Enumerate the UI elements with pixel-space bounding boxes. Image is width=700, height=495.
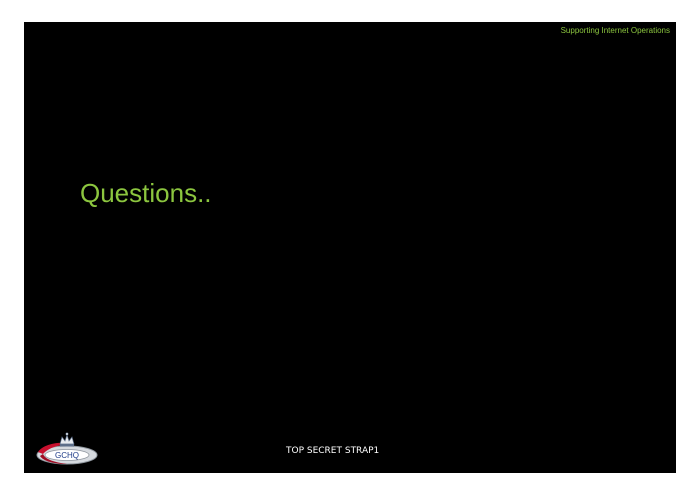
slide-title: Questions..: [80, 178, 212, 208]
classification-label: TOP SECRET STRAP1: [286, 446, 380, 456]
slide: Supporting Internet Operations Questions…: [24, 22, 676, 473]
header-label: Supporting Internet Operations: [560, 26, 670, 35]
logo-text: GCHQ: [55, 451, 79, 460]
gchq-logo: GCHQ: [36, 432, 98, 465]
